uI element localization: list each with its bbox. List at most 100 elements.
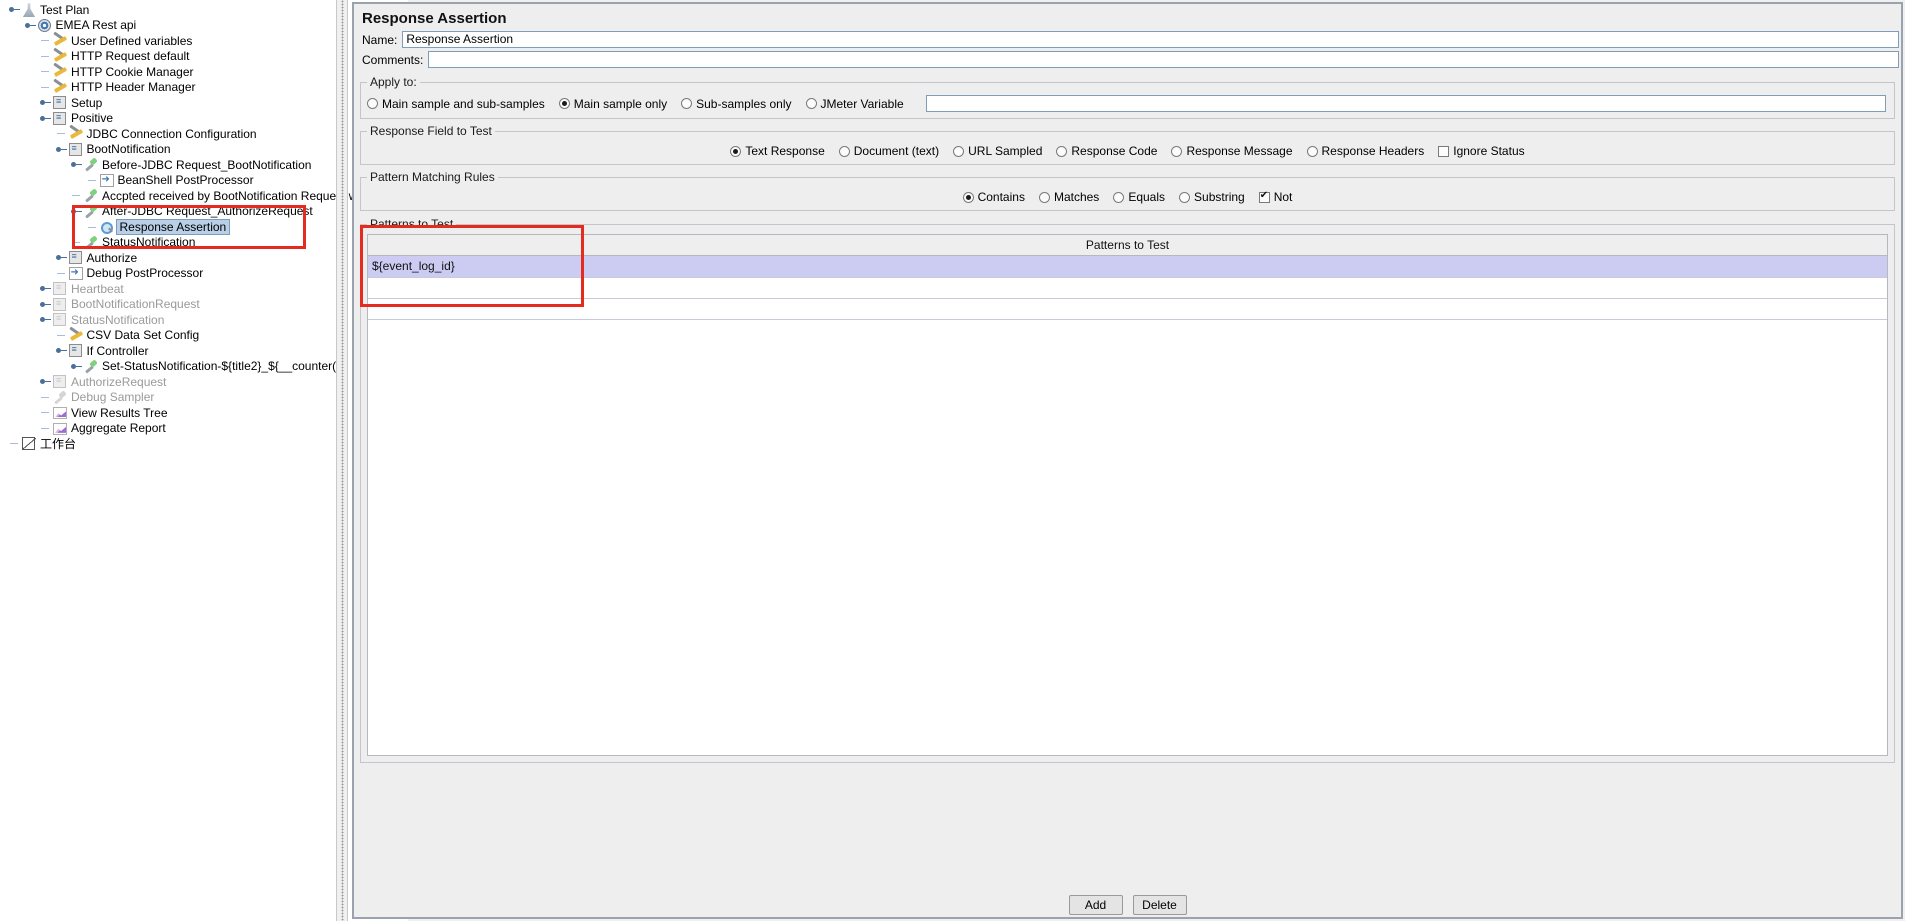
tree-toggle-collapsed-icon[interactable] — [39, 281, 53, 296]
controller-icon — [53, 280, 66, 296]
tree-toggle-collapsed-icon[interactable] — [39, 297, 53, 312]
pattern-cell-empty[interactable] — [368, 277, 1887, 299]
radio-icon[interactable] — [1306, 145, 1318, 157]
tree-node-label[interactable]: StatusNotification — [69, 313, 166, 327]
apply-to-option-jmeter-variable[interactable]: JMeter Variable — [805, 97, 904, 111]
tree-node-icon — [69, 328, 85, 343]
radio-icon[interactable] — [681, 98, 693, 109]
apply-to-option-main-only[interactable]: Main sample only — [558, 97, 667, 111]
radio-icon[interactable] — [953, 145, 965, 157]
listener-icon — [53, 422, 67, 435]
option-label: Response Headers — [1321, 144, 1425, 158]
tree-leaf-connector — [39, 33, 53, 48]
tree-node-label[interactable]: Heartbeat — [69, 282, 126, 296]
radio-icon[interactable] — [1179, 191, 1191, 203]
name-row: Name: — [354, 31, 1901, 48]
comments-input[interactable] — [428, 51, 1899, 68]
tree-node-label[interactable]: 工作台 — [38, 437, 78, 451]
patterns-table-body[interactable]: ${event_log_id} — [367, 256, 1888, 756]
radio-icon[interactable] — [1171, 145, 1183, 157]
radio-icon[interactable] — [805, 98, 817, 109]
radio-icon[interactable] — [1038, 191, 1050, 203]
delete-button[interactable]: Delete — [1132, 895, 1187, 915]
tree-toggle-expanded-icon[interactable] — [55, 343, 69, 358]
tree-node-icon — [53, 390, 69, 405]
tree-node-label[interactable]: BootNotificationRequest — [69, 297, 202, 311]
pattern-rule-option-matches[interactable]: Matches — [1038, 190, 1099, 204]
apply-to-option-sub-only[interactable]: Sub-samples only — [681, 97, 792, 111]
tree-node-label[interactable]: After-JDBC Request_AuthorizeRequest — [100, 204, 315, 218]
column-header-patterns-to-test[interactable]: Patterns to Test — [367, 234, 1888, 256]
tree-node-icon — [84, 188, 100, 203]
response-field-option-response-code[interactable]: Response Code — [1056, 144, 1157, 158]
tree-node-label[interactable]: AuthorizeRequest — [69, 375, 168, 389]
tree-toggle-expanded-icon[interactable] — [70, 157, 84, 172]
ignore-status-checkbox[interactable]: Ignore Status — [1438, 144, 1525, 158]
response-field-option-response-headers[interactable]: Response Headers — [1306, 144, 1425, 158]
pre-processor-icon — [84, 236, 98, 249]
tree-toggle-expanded-icon[interactable] — [55, 142, 69, 157]
radio-icon[interactable] — [1113, 191, 1125, 203]
tree-toggle-expanded-icon[interactable] — [70, 204, 84, 219]
not-checkbox[interactable]: Not — [1258, 190, 1292, 204]
tree-node-label[interactable]: Test Plan — [38, 3, 91, 17]
tree-node-label[interactable]: HTTP Request default — [69, 49, 192, 63]
radio-icon[interactable] — [367, 98, 378, 109]
tree-node-label[interactable]: CSV Data Set Config — [85, 328, 202, 342]
pattern-rule-option-substring[interactable]: Substring — [1179, 190, 1245, 204]
tree-node-label[interactable]: HTTP Header Manager — [69, 80, 198, 94]
jmeter-variable-input[interactable] — [925, 95, 1886, 112]
tree-node-label[interactable]: Debug PostProcessor — [85, 266, 206, 280]
radio-icon[interactable] — [1056, 145, 1068, 157]
name-input[interactable] — [402, 31, 1899, 48]
pattern-rule-option-equals[interactable]: Equals — [1113, 190, 1165, 204]
radio-icon[interactable] — [838, 145, 850, 157]
patterns-to-test-group: Patterns to Test Patterns to Test ${even… — [360, 217, 1895, 763]
tree-node-label[interactable]: JDBC Connection Configuration — [85, 127, 259, 141]
tree-node-label[interactable]: Before-JDBC Request_BootNotification — [100, 158, 313, 172]
radio-icon[interactable] — [730, 145, 742, 157]
radio-icon[interactable] — [558, 98, 570, 109]
tree-node-label[interactable]: Response Assertion — [115, 219, 231, 235]
tree-node-label[interactable]: User Defined variables — [69, 34, 194, 48]
tree-node-label[interactable]: StatusNotification — [100, 235, 197, 249]
pane-splitter[interactable] — [336, 0, 348, 921]
tree-node-label[interactable]: EMEA Rest api — [54, 18, 139, 32]
response-field-option-text-response[interactable]: Text Response — [730, 144, 825, 158]
add-button[interactable]: Add — [1068, 895, 1123, 915]
response-field-option-url-sampled[interactable]: URL Sampled — [953, 144, 1042, 158]
tree-toggle-collapsed-icon[interactable] — [39, 374, 53, 389]
tree-toggle-collapsed-icon[interactable] — [55, 250, 69, 265]
tree-node-label[interactable]: HTTP Cookie Manager — [69, 65, 196, 79]
checkbox-icon[interactable] — [1438, 145, 1450, 157]
tree-node-label[interactable]: BeanShell PostProcessor — [116, 173, 256, 187]
tree-node-label[interactable]: Set-StatusNotification-${title2}_${__cou… — [100, 359, 349, 373]
tree-node-icon — [53, 80, 69, 95]
tree-node-label[interactable]: BootNotification — [85, 142, 173, 156]
tree-toggle-expanded-icon[interactable] — [39, 111, 53, 126]
checkbox-icon[interactable] — [1258, 190, 1270, 203]
tree-node-label[interactable]: Setup — [69, 96, 104, 110]
response-field-option-response-message[interactable]: Response Message — [1171, 144, 1293, 158]
tree-node-label[interactable]: Authorize — [85, 251, 140, 265]
radio-icon[interactable] — [962, 191, 974, 203]
tree-toggle-expanded-icon[interactable] — [8, 2, 22, 17]
response-field-option-document-text[interactable]: Document (text) — [838, 144, 939, 158]
pattern-cell-empty[interactable] — [368, 298, 1887, 320]
tree-node-label[interactable]: If Controller — [85, 344, 151, 358]
tree-node-label[interactable]: View Results Tree — [69, 406, 170, 420]
table-row-empty[interactable] — [368, 277, 1887, 299]
tree-node-label[interactable]: Positive — [69, 111, 115, 125]
tree-toggle-collapsed-icon[interactable] — [39, 95, 53, 110]
pattern-cell[interactable]: ${event_log_id} — [368, 256, 1887, 278]
tree-toggle-expanded-icon[interactable] — [24, 18, 38, 33]
pattern-rule-option-contains[interactable]: Contains — [962, 190, 1025, 204]
apply-to-option-main-and-sub[interactable]: Main sample and sub-samples — [367, 97, 545, 111]
tree-node-label[interactable]: Debug Sampler — [69, 390, 156, 404]
table-row[interactable]: ${event_log_id} — [368, 256, 1887, 278]
tree-toggle-collapsed-icon[interactable] — [70, 359, 84, 374]
tree-node-label[interactable]: Aggregate Report — [69, 421, 168, 435]
tree-toggle-expanded-icon[interactable] — [39, 312, 53, 327]
table-row-empty[interactable] — [368, 298, 1887, 320]
pre-processor-icon — [84, 360, 98, 373]
